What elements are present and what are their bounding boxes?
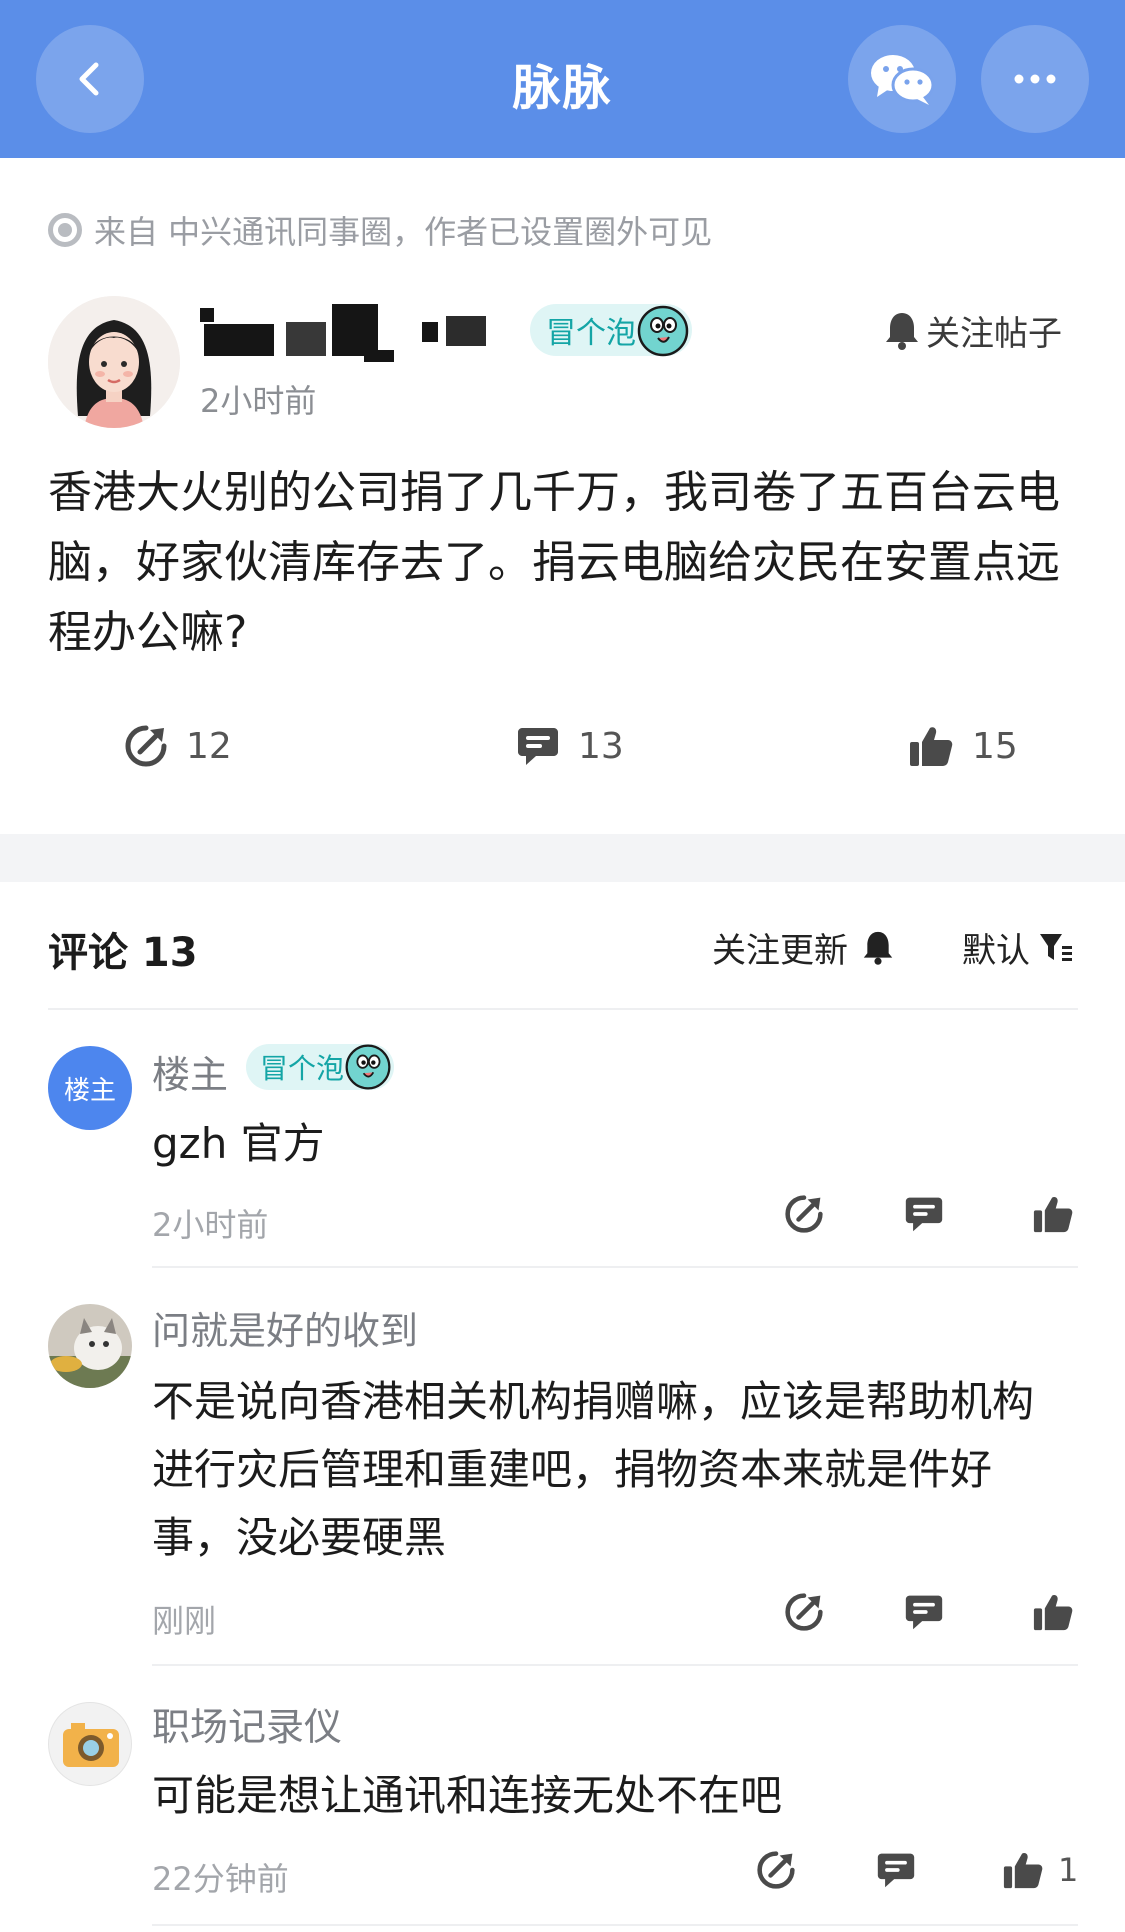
camera-avatar[interactable] — [48, 1702, 132, 1786]
section-separator — [0, 834, 1125, 882]
top-bar: 脉脉 — [0, 0, 1125, 158]
divider — [152, 1664, 1078, 1666]
comment-count: 13 — [578, 725, 624, 767]
comment-action[interactable]: 13 — [516, 716, 624, 776]
wechat-icon — [871, 55, 935, 105]
post-time: 2小时前 — [200, 382, 317, 420]
camera-icon — [63, 1723, 119, 1767]
share-icon — [757, 1851, 795, 1889]
comment-icon — [877, 1853, 915, 1888]
badge-mao-ge-pao: 冒个泡 — [530, 304, 692, 357]
author-name-redacted[interactable] — [200, 300, 510, 362]
author-avatar[interactable] — [48, 296, 180, 428]
post-source[interactable]: 来自 中兴通讯同事圈，作者已设置圈外可见 — [48, 208, 712, 252]
host-avatar[interactable]: 楼主 — [48, 1046, 132, 1130]
thumbs-up-icon — [1003, 1852, 1043, 1889]
more-button[interactable] — [981, 25, 1089, 133]
follow-updates-label: 关注更新 — [712, 930, 848, 971]
host-avatar-text: 楼主 — [63, 1075, 116, 1106]
comment-text[interactable]: 可能是想让通讯和连接无处不在吧 — [152, 1762, 1072, 1830]
comment-reply-button[interactable] — [876, 1850, 916, 1890]
post-body[interactable]: 香港大火别的公司捐了几千万，我司卷了五百台云电脑，好家伙清库存去了。捐云电脑给灾… — [48, 458, 1078, 668]
comment-time: 22分钟前 — [152, 1860, 289, 1898]
thumbs-up-icon — [910, 727, 953, 766]
comment-time: 2小时前 — [152, 1206, 269, 1244]
cat-avatar[interactable] — [48, 1304, 132, 1388]
badge-label: 冒个泡 — [260, 1052, 345, 1085]
comment-icon — [518, 728, 558, 765]
girl-avatar-icon — [48, 296, 180, 428]
comment-text[interactable]: 不是说向香港相关机构捐赠嘛，应该是帮助机构进行灾后管理和重建吧，捐物资本来就是件… — [152, 1368, 1072, 1572]
post-source-text: 来自 中兴通讯同事圈，作者已设置圈外可见 — [94, 213, 713, 251]
comment-share-button[interactable] — [784, 1592, 824, 1632]
badge-mao-ge-pao: 冒个泡 — [246, 1044, 395, 1090]
cat-photo-icon — [48, 1304, 132, 1388]
sort-label: 默认 — [962, 930, 1030, 971]
comment-author[interactable]: 楼主 — [152, 1044, 228, 1099]
comment-reply-button[interactable] — [904, 1592, 944, 1632]
follow-post-button[interactable]: 关注帖子 — [884, 305, 1062, 355]
share-action[interactable]: 12 — [124, 716, 232, 776]
bubble-face-icon — [637, 305, 689, 357]
comment-like-button[interactable] — [1032, 1592, 1074, 1632]
comment-icon — [905, 1197, 943, 1232]
share-icon — [785, 1593, 823, 1631]
sort-button[interactable]: 默认 — [962, 922, 1074, 972]
share-count: 12 — [186, 725, 232, 767]
bell-icon — [886, 313, 918, 350]
comment-reply-button[interactable] — [904, 1194, 944, 1234]
follow-updates-button[interactable]: 关注更新 — [712, 922, 894, 972]
share-icon — [125, 725, 167, 767]
filter-icon — [1040, 934, 1072, 961]
comment-like-button[interactable]: 1 — [1002, 1850, 1078, 1890]
comment-author[interactable]: 职场记录仪 — [152, 1696, 342, 1751]
bell-icon — [863, 931, 893, 965]
divider — [152, 1266, 1078, 1268]
comment-like-button[interactable] — [1032, 1194, 1074, 1234]
thumbs-up-icon — [1033, 1196, 1073, 1233]
comment-share-button[interactable] — [784, 1194, 824, 1234]
comment-author[interactable]: 问就是好的收到 — [152, 1300, 418, 1355]
page-title: 脉脉 — [512, 60, 613, 116]
like-action[interactable]: 15 — [908, 716, 1018, 776]
follow-post-label: 关注帖子 — [926, 313, 1062, 354]
comments-title: 评论 13 — [48, 930, 198, 976]
thumbs-up-icon — [1033, 1594, 1073, 1631]
badge-label: 冒个泡 — [546, 316, 636, 351]
divider — [152, 1924, 1078, 1926]
divider — [48, 1008, 1078, 1010]
comment-text[interactable]: gzh 官方 — [152, 1110, 1072, 1178]
comment-icon — [905, 1595, 943, 1630]
comment-like-count: 1 — [1058, 1851, 1079, 1889]
bubble-face-icon — [345, 1044, 391, 1090]
comment-time: 刚刚 — [152, 1602, 217, 1640]
share-icon — [785, 1195, 823, 1233]
circle-icon — [48, 213, 82, 247]
more-dots-icon — [1014, 74, 1056, 84]
wechat-share-button[interactable] — [848, 25, 956, 133]
comment-share-button[interactable] — [756, 1850, 796, 1890]
like-count: 15 — [972, 725, 1018, 767]
